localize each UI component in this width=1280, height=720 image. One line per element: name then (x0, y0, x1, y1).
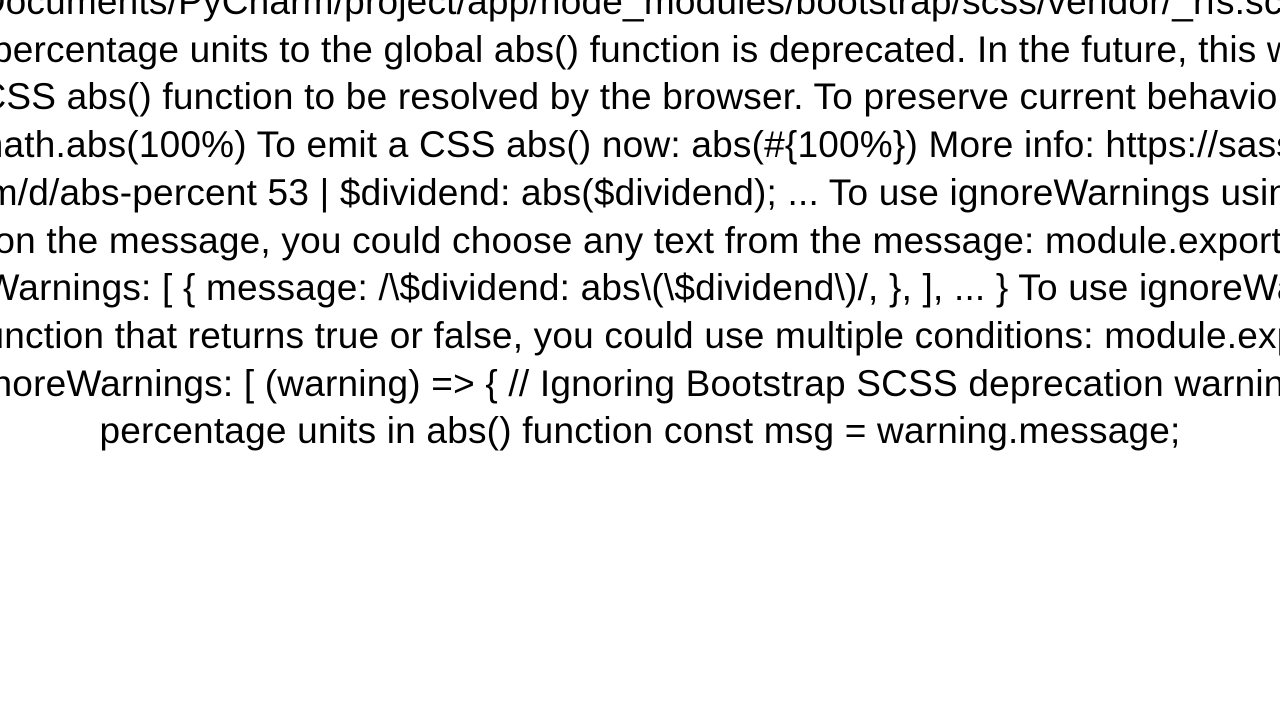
document-content: s/Jarad/Documents/PyCharm/project/app/no… (0, 0, 1280, 720)
document-text: s/Jarad/Documents/PyCharm/project/app/no… (0, 0, 1280, 455)
